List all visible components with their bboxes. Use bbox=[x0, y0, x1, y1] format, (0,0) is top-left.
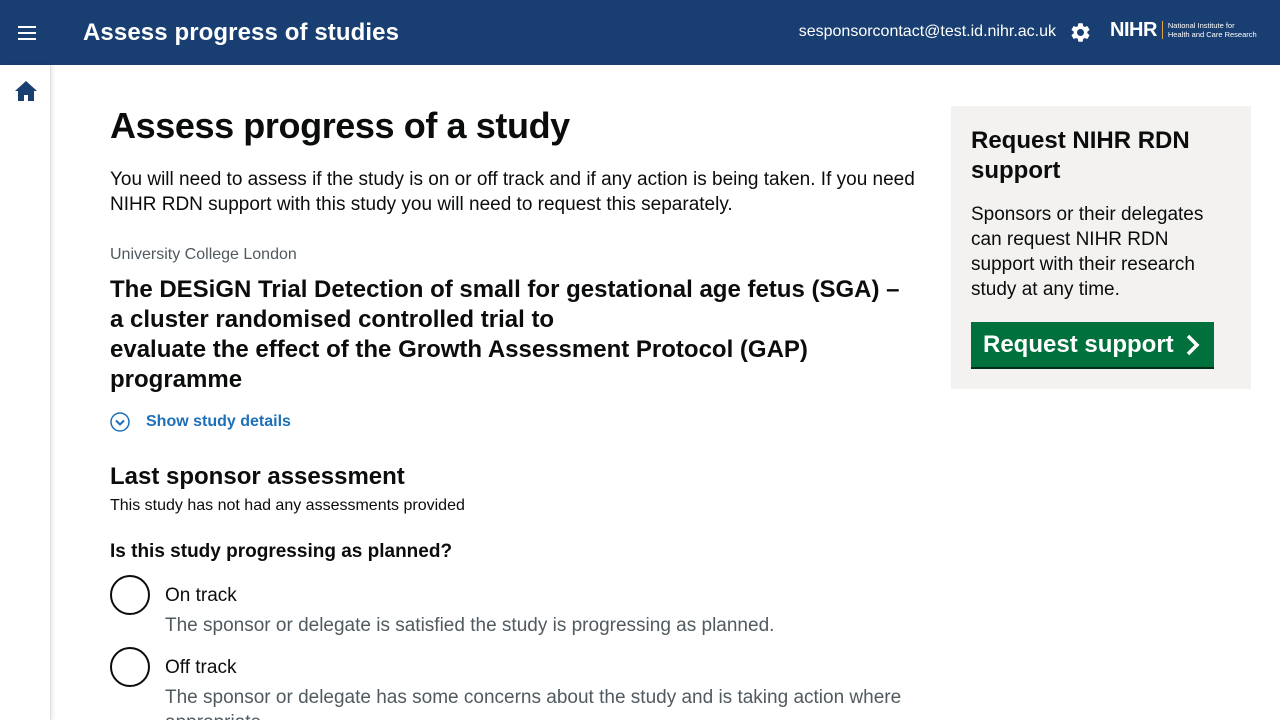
request-support-panel: Request NIHR RDN support Sponsors or the… bbox=[951, 106, 1251, 389]
nihr-logo[interactable]: NIHR National Institute for Health and C… bbox=[1110, 19, 1258, 41]
logo-divider bbox=[1161, 21, 1163, 39]
request-support-text: Sponsors or their delegates can request … bbox=[971, 204, 1204, 300]
last-assessment-heading: Last sponsor assessment bbox=[110, 463, 405, 490]
radio-label-off-track[interactable]: Off track bbox=[165, 647, 925, 680]
app-header: Assess progress of studies sesponsorcont… bbox=[0, 0, 1280, 65]
progress-question: Is this study progressing as planned? bbox=[110, 541, 453, 562]
user-email: sesponsorcontact@test.id.nihr.ac.uk bbox=[798, 23, 1056, 40]
home-icon[interactable] bbox=[14, 80, 38, 102]
hamburger-menu-icon[interactable] bbox=[14, 20, 40, 46]
request-support-title: Request NIHR RDN support bbox=[971, 127, 1190, 184]
request-support-button[interactable]: Request support bbox=[971, 322, 1214, 367]
intro-text: You will need to assess if the study is … bbox=[110, 169, 915, 215]
main-content: Assess progress of a study You will need… bbox=[110, 106, 925, 720]
side-navigation bbox=[0, 65, 51, 720]
logo-mark: NIHR bbox=[1110, 19, 1157, 41]
logo-subtitle: National Institute for Health and Care R… bbox=[1168, 21, 1258, 39]
radio-hint-off-track: The sponsor or delegate has some concern… bbox=[165, 687, 902, 720]
logo-subtitle-line1: National Institute for bbox=[1167, 21, 1235, 30]
radio-label-on-track[interactable]: On track bbox=[165, 575, 925, 608]
page-title: Assess progress of a study bbox=[110, 105, 570, 146]
last-assessment-note: This study has not had any assessments p… bbox=[110, 497, 465, 514]
radio-option-on-track[interactable]: On track The sponsor or delegate is sati… bbox=[110, 575, 925, 638]
study-organisation: University College London bbox=[110, 246, 297, 263]
study-title: The DESiGN Trial Detection of small for … bbox=[110, 276, 900, 393]
gear-icon[interactable] bbox=[1069, 21, 1092, 44]
radio-option-off-track[interactable]: Off track The sponsor or delegate has so… bbox=[110, 647, 925, 720]
radio-off-track[interactable] bbox=[110, 647, 150, 687]
show-study-details-link[interactable]: Show study details bbox=[146, 411, 291, 433]
chevron-right-icon bbox=[1186, 334, 1200, 355]
app-title[interactable]: Assess progress of studies bbox=[83, 18, 399, 48]
radio-on-track[interactable] bbox=[110, 575, 150, 615]
radio-hint-on-track: The sponsor or delegate is satisfied the… bbox=[165, 615, 775, 636]
request-support-button-label: Request support bbox=[983, 330, 1174, 358]
logo-subtitle-line2: Health and Care Research bbox=[1167, 30, 1257, 39]
chevron-down-icon bbox=[110, 412, 130, 432]
show-study-details-toggle[interactable]: Show study details bbox=[110, 411, 925, 433]
